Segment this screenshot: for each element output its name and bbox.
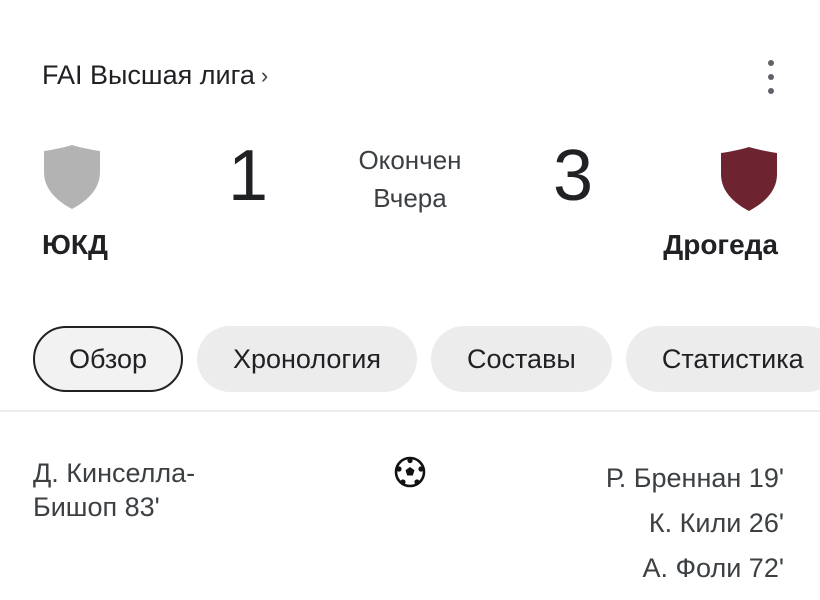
goal-scorer: А. Фоли 72' <box>642 553 785 583</box>
match-date: Вчера <box>373 183 447 213</box>
away-goal-scorers: Р. Бреннан 19' К. Кили 26' А. Фоли 72' <box>606 456 784 591</box>
away-score: 3 <box>552 136 594 216</box>
goal-scorer: Р. Бреннан 19' <box>605 463 784 493</box>
home-score: 1 <box>227 136 269 216</box>
league-name: FAI Высшая лига <box>42 60 255 90</box>
away-team-crest-icon[interactable] <box>720 146 778 212</box>
away-team-name[interactable]: Дрогеда <box>663 229 778 261</box>
chevron-right-icon: › <box>260 62 269 88</box>
league-link[interactable]: FAI Высшая лига › <box>42 60 268 91</box>
goal-scorer: К. Кили 26' <box>648 508 784 538</box>
home-team-crest-icon[interactable] <box>43 144 101 210</box>
tab-timeline[interactable]: Хронология <box>196 326 417 392</box>
goal-scorer: Д. Кинселла-Бишоп 83' <box>33 458 196 522</box>
home-team-name[interactable]: ЮКД <box>42 229 108 261</box>
tab-lineups[interactable]: Составы <box>430 326 612 392</box>
more-vert-icon[interactable] <box>756 60 786 94</box>
divider <box>0 410 820 412</box>
match-status: Окончен Вчера <box>320 141 500 217</box>
tab-overview[interactable]: Обзор <box>33 326 183 392</box>
home-goal-scorers: Д. Кинселла-Бишоп 83' <box>33 456 273 524</box>
soccer-ball-icon <box>394 456 426 488</box>
tab-stats[interactable]: Статистика <box>625 326 820 392</box>
match-card: FAI Высшая лига › ЮКД Дрогеда 1 3 Оконче… <box>0 0 820 600</box>
status-text: Окончен <box>358 145 462 175</box>
tab-bar: Обзор Хронология Составы Статистика <box>33 326 820 392</box>
